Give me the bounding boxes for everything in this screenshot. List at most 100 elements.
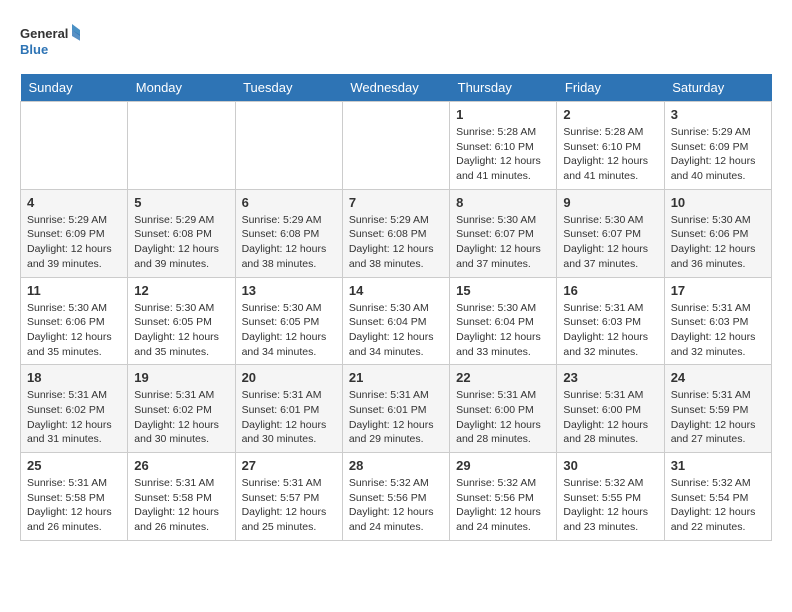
day-number: 14 (349, 283, 443, 298)
day-info: Sunrise: 5:28 AM Sunset: 6:10 PM Dayligh… (563, 125, 657, 184)
day-number: 23 (563, 370, 657, 385)
calendar-cell: 10 Sunrise: 5:30 AM Sunset: 6:06 PM Dayli… (664, 189, 771, 277)
calendar-cell (21, 102, 128, 190)
day-number: 1 (456, 107, 550, 122)
day-info: Sunrise: 5:30 AM Sunset: 6:06 PM Dayligh… (27, 301, 121, 360)
day-info: Sunrise: 5:29 AM Sunset: 6:08 PM Dayligh… (242, 213, 336, 272)
calendar-cell: 26Sunrise: 5:31 AM Sunset: 5:58 PM Dayli… (128, 453, 235, 541)
day-info: Sunrise: 5:30 AM Sunset: 6:05 PM Dayligh… (134, 301, 228, 360)
day-number: 5 (134, 195, 228, 210)
day-info: Sunrise: 5:31 AM Sunset: 5:58 PM Dayligh… (27, 476, 121, 535)
day-number: 26 (134, 458, 228, 473)
calendar-week-row: 4 Sunrise: 5:29 AM Sunset: 6:09 PM Daylig… (21, 189, 772, 277)
day-number: 2 (563, 107, 657, 122)
calendar-cell: 27 Sunrise: 5:31 AM Sunset: 5:57 PM Dayli… (235, 453, 342, 541)
calendar-cell: 29Sunrise: 5:32 AM Sunset: 5:56 PM Dayli… (450, 453, 557, 541)
calendar-cell: 18 Sunrise: 5:31 AM Sunset: 6:02 PM Dayli… (21, 365, 128, 453)
calendar-cell: 1 Sunrise: 5:28 AM Sunset: 6:10 PM Daylig… (450, 102, 557, 190)
day-info: Sunrise: 5:32 AM Sunset: 5:56 PM Dayligh… (349, 476, 443, 535)
day-number: 11 (27, 283, 121, 298)
weekday-header: Sunday (21, 74, 128, 102)
weekday-header: Friday (557, 74, 664, 102)
day-info: Sunrise: 5:30 AM Sunset: 6:07 PM Dayligh… (563, 213, 657, 272)
day-number: 13 (242, 283, 336, 298)
day-info: Sunrise: 5:29 AM Sunset: 6:09 PM Dayligh… (27, 213, 121, 272)
day-info: Sunrise: 5:29 AM Sunset: 6:08 PM Dayligh… (349, 213, 443, 272)
calendar-week-row: 11 Sunrise: 5:30 AM Sunset: 6:06 PM Dayli… (21, 277, 772, 365)
day-info: Sunrise: 5:28 AM Sunset: 6:10 PM Dayligh… (456, 125, 550, 184)
day-number: 24 (671, 370, 765, 385)
day-number: 27 (242, 458, 336, 473)
day-info: Sunrise: 5:30 AM Sunset: 6:05 PM Dayligh… (242, 301, 336, 360)
day-info: Sunrise: 5:31 AM Sunset: 5:59 PM Dayligh… (671, 388, 765, 447)
calendar-week-row: 25 Sunrise: 5:31 AM Sunset: 5:58 PM Dayli… (21, 453, 772, 541)
page-header: General Blue (20, 20, 772, 64)
day-number: 9 (563, 195, 657, 210)
day-number: 10 (671, 195, 765, 210)
day-info: Sunrise: 5:31 AM Sunset: 6:02 PM Dayligh… (134, 388, 228, 447)
day-info: Sunrise: 5:29 AM Sunset: 6:09 PM Dayligh… (671, 125, 765, 184)
day-number: 8 (456, 195, 550, 210)
day-info: Sunrise: 5:31 AM Sunset: 6:00 PM Dayligh… (456, 388, 550, 447)
day-info: Sunrise: 5:31 AM Sunset: 6:00 PM Dayligh… (563, 388, 657, 447)
calendar-cell: 28 Sunrise: 5:32 AM Sunset: 5:56 PM Dayli… (342, 453, 449, 541)
calendar-cell: 25 Sunrise: 5:31 AM Sunset: 5:58 PM Dayli… (21, 453, 128, 541)
calendar-cell: 30 Sunrise: 5:32 AM Sunset: 5:55 PM Dayli… (557, 453, 664, 541)
day-info: Sunrise: 5:29 AM Sunset: 6:08 PM Dayligh… (134, 213, 228, 272)
calendar-cell: 23 Sunrise: 5:31 AM Sunset: 6:00 PM Dayli… (557, 365, 664, 453)
svg-text:General: General (20, 26, 68, 41)
day-number: 19 (134, 370, 228, 385)
calendar-cell: 2 Sunrise: 5:28 AM Sunset: 6:10 PM Daylig… (557, 102, 664, 190)
calendar-cell: 20 Sunrise: 5:31 AM Sunset: 6:01 PM Dayli… (235, 365, 342, 453)
day-number: 17 (671, 283, 765, 298)
logo-svg: General Blue (20, 20, 80, 64)
day-number: 31 (671, 458, 765, 473)
calendar-cell: 14 Sunrise: 5:30 AM Sunset: 6:04 PM Dayli… (342, 277, 449, 365)
day-number: 16 (563, 283, 657, 298)
day-number: 15 (456, 283, 550, 298)
weekday-header: Wednesday (342, 74, 449, 102)
day-number: 25 (27, 458, 121, 473)
calendar-cell (342, 102, 449, 190)
logo: General Blue (20, 20, 80, 64)
day-info: Sunrise: 5:30 AM Sunset: 6:07 PM Dayligh… (456, 213, 550, 272)
weekday-header-row: SundayMondayTuesdayWednesdayThursdayFrid… (21, 74, 772, 102)
day-info: Sunrise: 5:31 AM Sunset: 6:01 PM Dayligh… (349, 388, 443, 447)
day-number: 18 (27, 370, 121, 385)
day-info: Sunrise: 5:31 AM Sunset: 5:57 PM Dayligh… (242, 476, 336, 535)
calendar-cell: 6Sunrise: 5:29 AM Sunset: 6:08 PM Daylig… (235, 189, 342, 277)
weekday-header: Tuesday (235, 74, 342, 102)
weekday-header: Thursday (450, 74, 557, 102)
calendar-cell: 4 Sunrise: 5:29 AM Sunset: 6:09 PM Daylig… (21, 189, 128, 277)
calendar-cell: 15Sunrise: 5:30 AM Sunset: 6:04 PM Dayli… (450, 277, 557, 365)
calendar-week-row: 18 Sunrise: 5:31 AM Sunset: 6:02 PM Dayli… (21, 365, 772, 453)
day-info: Sunrise: 5:31 AM Sunset: 6:03 PM Dayligh… (563, 301, 657, 360)
day-number: 28 (349, 458, 443, 473)
calendar-cell (235, 102, 342, 190)
calendar-cell: 21Sunrise: 5:31 AM Sunset: 6:01 PM Dayli… (342, 365, 449, 453)
calendar-table: SundayMondayTuesdayWednesdayThursdayFrid… (20, 74, 772, 541)
day-info: Sunrise: 5:31 AM Sunset: 6:01 PM Dayligh… (242, 388, 336, 447)
day-info: Sunrise: 5:32 AM Sunset: 5:55 PM Dayligh… (563, 476, 657, 535)
calendar-cell (128, 102, 235, 190)
weekday-header: Saturday (664, 74, 771, 102)
calendar-cell: 8 Sunrise: 5:30 AM Sunset: 6:07 PM Daylig… (450, 189, 557, 277)
day-info: Sunrise: 5:31 AM Sunset: 6:03 PM Dayligh… (671, 301, 765, 360)
day-number: 12 (134, 283, 228, 298)
calendar-cell: 9 Sunrise: 5:30 AM Sunset: 6:07 PM Daylig… (557, 189, 664, 277)
calendar-cell: 12 Sunrise: 5:30 AM Sunset: 6:05 PM Dayli… (128, 277, 235, 365)
svg-text:Blue: Blue (20, 42, 48, 57)
day-info: Sunrise: 5:30 AM Sunset: 6:06 PM Dayligh… (671, 213, 765, 272)
day-number: 20 (242, 370, 336, 385)
day-info: Sunrise: 5:32 AM Sunset: 5:56 PM Dayligh… (456, 476, 550, 535)
day-number: 30 (563, 458, 657, 473)
calendar-cell: 11 Sunrise: 5:30 AM Sunset: 6:06 PM Dayli… (21, 277, 128, 365)
calendar-cell: 31Sunrise: 5:32 AM Sunset: 5:54 PM Dayli… (664, 453, 771, 541)
day-number: 7 (349, 195, 443, 210)
calendar-cell: 16 Sunrise: 5:31 AM Sunset: 6:03 PM Dayli… (557, 277, 664, 365)
day-info: Sunrise: 5:30 AM Sunset: 6:04 PM Dayligh… (349, 301, 443, 360)
calendar-cell: 17 Sunrise: 5:31 AM Sunset: 6:03 PM Dayli… (664, 277, 771, 365)
calendar-cell: 7 Sunrise: 5:29 AM Sunset: 6:08 PM Daylig… (342, 189, 449, 277)
day-info: Sunrise: 5:31 AM Sunset: 6:02 PM Dayligh… (27, 388, 121, 447)
day-number: 4 (27, 195, 121, 210)
